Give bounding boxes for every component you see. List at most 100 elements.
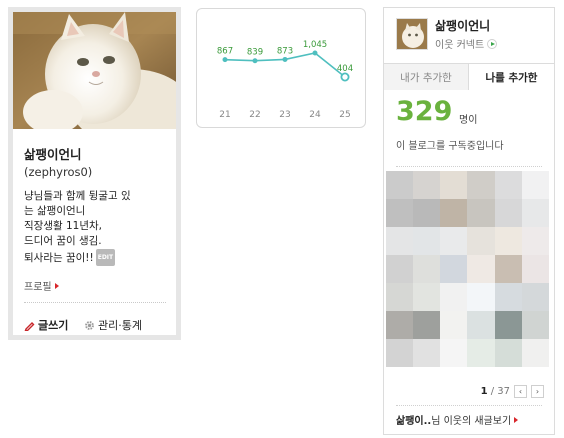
- neighbor-thumbnail[interactable]: [467, 339, 495, 367]
- neighbor-thumbnail[interactable]: [413, 227, 441, 255]
- neighbor-thumbnail[interactable]: [521, 199, 549, 227]
- intro-line: 냥님들과 함께 뒹굴고 있: [24, 190, 131, 202]
- neighbor-owner-name[interactable]: 삶팽이언니: [435, 17, 490, 34]
- neighbor-thumbnail[interactable]: [494, 227, 522, 255]
- tab-added-me[interactable]: 나를 추가한: [469, 64, 554, 90]
- data-label: 873: [277, 46, 293, 56]
- intro-line: 는 삶팽이언니: [24, 205, 86, 217]
- data-label: 404: [337, 64, 353, 74]
- neighbor-thumbnail[interactable]: [467, 199, 495, 227]
- neighbor-thumbnail[interactable]: [440, 255, 468, 283]
- neighbor-thumbnail-grid[interactable]: [386, 171, 549, 367]
- total-pages: 37: [497, 386, 510, 397]
- neighbor-tabs: 내가 추가한 나를 추가한: [384, 63, 554, 90]
- divider: [396, 405, 542, 406]
- neighbor-connect-label: 이웃 커넥트: [435, 40, 485, 51]
- neighbor-thumbnail[interactable]: [494, 283, 522, 311]
- neighbor-widget: 삶팽이언니 이웃 커넥트 내가 추가한 나를 추가한 329 명이 이 블로그를…: [383, 7, 555, 435]
- footer-owner-name: 삶팽이..: [396, 416, 432, 427]
- neighbor-thumbnail[interactable]: [386, 171, 414, 199]
- neighbor-thumbnail[interactable]: [467, 171, 495, 199]
- profile-nickname[interactable]: 삶팽이언니: [24, 144, 82, 163]
- subscriber-count-unit: 명이: [459, 115, 478, 126]
- neighbor-thumbnail[interactable]: [386, 311, 414, 339]
- data-point[interactable]: [340, 72, 350, 82]
- neighbor-thumbnail[interactable]: [494, 171, 522, 199]
- neighbor-thumbnail[interactable]: [386, 199, 414, 227]
- footer-link-text: 님 이웃의 새글보기: [431, 416, 512, 427]
- neighbor-connect-link[interactable]: 이웃 커넥트: [435, 36, 498, 51]
- intro-line: 직장생활 11년차,: [24, 220, 102, 232]
- neighbor-thumbnail[interactable]: [521, 283, 549, 311]
- profile-photo[interactable]: [13, 12, 176, 129]
- neighbor-thumbnail[interactable]: [467, 227, 495, 255]
- pager: 1 / 37 ‹ ›: [481, 385, 544, 398]
- intro-line-text: 퇴사라는 꿈이!!: [24, 252, 94, 264]
- neighbor-thumbnail[interactable]: [386, 255, 414, 283]
- neighbor-avatar[interactable]: [396, 18, 428, 50]
- neighbor-thumbnail[interactable]: [386, 339, 414, 367]
- series-line: [224, 52, 346, 78]
- x-tick-label: 23: [279, 110, 290, 120]
- visitor-chart: 867 21 839 22 873 23 1,045 24 404 25: [217, 40, 353, 120]
- neighbor-thumbnail[interactable]: [467, 283, 495, 311]
- write-post-label: 글쓰기: [38, 319, 69, 332]
- neighbor-thumbnail[interactable]: [440, 171, 468, 199]
- subscriber-caption: 이 블로그를 구독중입니다: [396, 141, 504, 152]
- neighbor-thumbnail[interactable]: [494, 199, 522, 227]
- caret-right-icon: [54, 283, 59, 289]
- x-tick-label: 24: [309, 110, 321, 120]
- manage-stats-label: 관리·통계: [98, 319, 142, 332]
- neighbor-thumbnail[interactable]: [440, 199, 468, 227]
- neighbor-thumbnail[interactable]: [440, 311, 468, 339]
- visitor-graph[interactable]: 867 21 839 22 873 23 1,045 24 404 25: [196, 8, 366, 128]
- caret-right-icon: [514, 417, 519, 423]
- data-point[interactable]: [252, 58, 258, 64]
- neighbor-thumbnail[interactable]: [413, 199, 441, 227]
- next-page-button[interactable]: ›: [531, 385, 544, 398]
- data-point[interactable]: [312, 50, 318, 56]
- data-label: 867: [217, 47, 233, 57]
- neighbor-thumbnail[interactable]: [521, 255, 549, 283]
- cat-avatar-icon: [397, 19, 427, 49]
- neighbor-thumbnail[interactable]: [521, 339, 549, 367]
- neighbor-thumbnail[interactable]: [386, 283, 414, 311]
- tab-added-by-me[interactable]: 내가 추가한: [384, 64, 469, 90]
- neighbor-thumbnail[interactable]: [494, 311, 522, 339]
- prev-page-icon: ‹: [518, 387, 523, 396]
- neighbor-thumbnail[interactable]: [440, 227, 468, 255]
- profile-card: 삶팽이언니 (zephyros0) 냥님들과 함께 뒹굴고 있 는 삶팽이언니 …: [8, 7, 181, 340]
- neighbor-thumbnail[interactable]: [440, 339, 468, 367]
- next-page-icon: ›: [535, 387, 540, 396]
- neighbor-thumbnail[interactable]: [467, 255, 495, 283]
- data-point[interactable]: [222, 57, 228, 63]
- neighbor-new-posts-link[interactable]: 삶팽이..님 이웃의 새글보기: [396, 412, 519, 427]
- intro-line: 드디어 꿈이 생김.: [24, 235, 102, 247]
- neighbor-thumbnail[interactable]: [494, 339, 522, 367]
- profile-link[interactable]: 프로필: [24, 278, 59, 293]
- neighbor-thumbnail[interactable]: [413, 311, 441, 339]
- data-point[interactable]: [282, 56, 288, 62]
- prev-page-button[interactable]: ‹: [514, 385, 527, 398]
- neighbor-thumbnail[interactable]: [413, 255, 441, 283]
- neighbor-thumbnail[interactable]: [467, 311, 495, 339]
- divider: [24, 302, 166, 303]
- manage-stats-button[interactable]: 관리·통계: [84, 317, 142, 333]
- neighbor-thumbnail[interactable]: [521, 171, 549, 199]
- edit-badge[interactable]: EDIT: [95, 249, 116, 266]
- neighbor-thumbnail[interactable]: [521, 311, 549, 339]
- profile-link-label: 프로필: [24, 282, 52, 293]
- neighbor-thumbnail[interactable]: [413, 339, 441, 367]
- current-page: 1: [480, 386, 488, 397]
- neighbor-thumbnail[interactable]: [440, 283, 468, 311]
- cat-photo-icon: [13, 12, 176, 129]
- data-label: 839: [247, 48, 263, 58]
- neighbor-thumbnail[interactable]: [413, 171, 441, 199]
- profile-intro: 냥님들과 함께 뒹굴고 있 는 삶팽이언니 직장생활 11년차, 드디어 꿈이 …: [24, 189, 172, 266]
- divider: [396, 166, 542, 167]
- neighbor-thumbnail[interactable]: [386, 227, 414, 255]
- neighbor-thumbnail[interactable]: [494, 255, 522, 283]
- write-post-button[interactable]: 글쓰기: [24, 317, 68, 333]
- neighbor-thumbnail[interactable]: [521, 227, 549, 255]
- neighbor-thumbnail[interactable]: [413, 283, 441, 311]
